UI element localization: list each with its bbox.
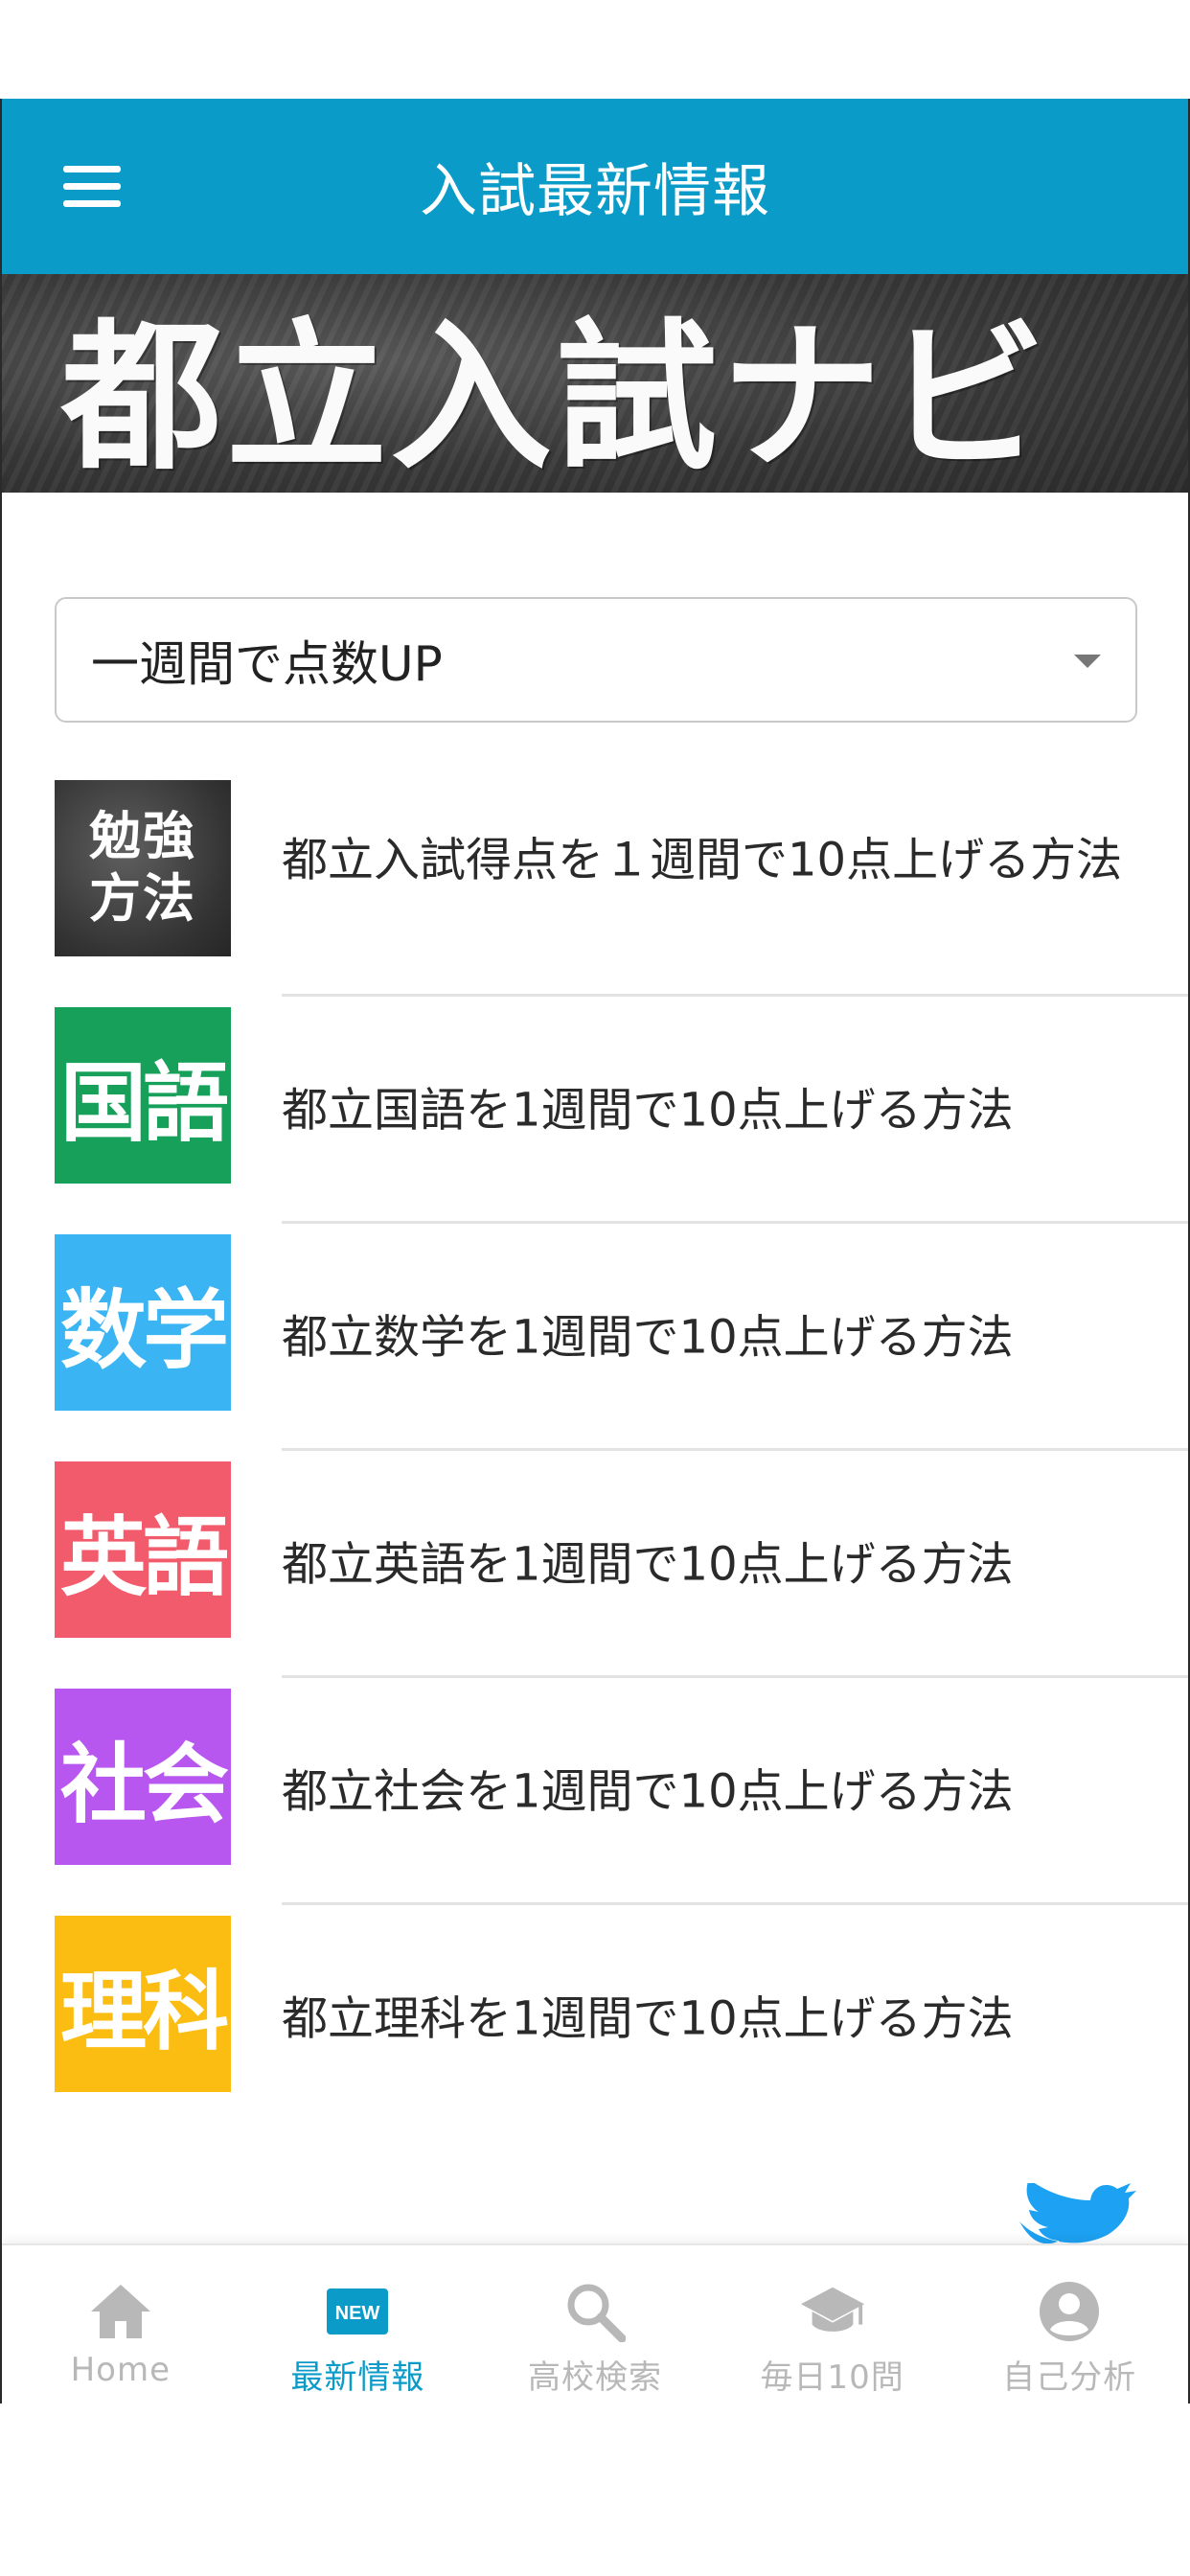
site-banner: 都立入試ナビ <box>2 274 1188 493</box>
article-item[interactable]: 社会 都立社会を1週間で10点上げる方法 <box>2 1678 1188 1905</box>
nav-tab-label: 高校検索 <box>527 2358 662 2397</box>
twitter-bird-icon[interactable] <box>1016 2179 1136 2250</box>
article-item[interactable]: 英語 都立英語を1週間で10点上げる方法 <box>2 1451 1188 1678</box>
article-title: 都立社会を1週間で10点上げる方法 <box>282 1763 1014 1818</box>
nav-tab-label: 自己分析 <box>1002 2358 1137 2397</box>
article-list: 勉強 方法 都立入試得点を１週間で10点上げる方法 国語 都立国語を1週間で10… <box>2 770 1188 2132</box>
new-badge-text: NEW <box>335 2303 380 2324</box>
article-title: 都立数学を1週間で10点上げる方法 <box>282 1309 1014 1364</box>
caret-down-icon <box>1074 655 1101 668</box>
nav-tab-news[interactable]: NEW 最新情報 <box>240 2245 477 2404</box>
home-icon <box>87 2280 154 2343</box>
article-thumbnail: 社会 <box>55 1689 231 1865</box>
thumbnail-text: 方法 <box>89 868 196 929</box>
bottom-navigation: Home NEW 最新情報 高校検索 毎日10問 自己分析 <box>2 2243 1188 2404</box>
thumbnail-text: 勉強 <box>89 806 196 867</box>
article-item[interactable]: 理科 都立理科を1週間で10点上げる方法 <box>2 1905 1188 2132</box>
article-thumbnail: 数学 <box>55 1234 231 1411</box>
article-title: 都立理科を1週間で10点上げる方法 <box>282 1990 1014 2045</box>
nav-tab-self-analysis[interactable]: 自己分析 <box>950 2245 1188 2404</box>
nav-tab-label: 最新情報 <box>290 2358 425 2397</box>
article-item[interactable]: 数学 都立数学を1週間で10点上げる方法 <box>2 1224 1188 1451</box>
new-badge-icon: NEW <box>324 2280 391 2343</box>
app-screen: 入試最新情報 都立入試ナビ 一週間で点数UP 勉強 方法 都立入試得点を１週間で… <box>0 99 1190 2404</box>
account-circle-icon <box>1036 2280 1103 2343</box>
article-title: 都立国語を1週間で10点上げる方法 <box>282 1082 1014 1137</box>
hamburger-menu-icon[interactable] <box>57 158 130 216</box>
article-item[interactable]: 国語 都立国語を1週間で10点上げる方法 <box>2 997 1188 1224</box>
nav-tab-school-search[interactable]: 高校検索 <box>476 2245 714 2404</box>
article-thumbnail: 勉強 方法 <box>55 780 231 956</box>
article-title: 都立入試得点を１週間で10点上げる方法 <box>282 833 1123 887</box>
category-select-value: 一週間で点数UP <box>91 635 443 692</box>
app-bar: 入試最新情報 <box>2 99 1188 274</box>
banner-title: 都立入試ナビ <box>61 303 1050 492</box>
search-icon <box>561 2280 629 2343</box>
nav-tab-daily-quiz[interactable]: 毎日10問 <box>714 2245 951 2404</box>
article-thumbnail: 英語 <box>55 1461 231 1638</box>
nav-tab-label: Home <box>70 2351 171 2389</box>
category-select[interactable]: 一週間で点数UP <box>55 597 1137 723</box>
nav-tab-label: 毎日10問 <box>760 2358 904 2397</box>
article-title: 都立英語を1週間で10点上げる方法 <box>282 1536 1014 1591</box>
graduation-cap-icon <box>799 2280 866 2343</box>
article-thumbnail: 国語 <box>55 1007 231 1184</box>
page-title: 入試最新情報 <box>420 158 770 225</box>
nav-tab-home[interactable]: Home <box>2 2245 240 2404</box>
article-thumbnail: 理科 <box>55 1916 231 2092</box>
article-item[interactable]: 勉強 方法 都立入試得点を１週間で10点上げる方法 <box>2 770 1188 997</box>
